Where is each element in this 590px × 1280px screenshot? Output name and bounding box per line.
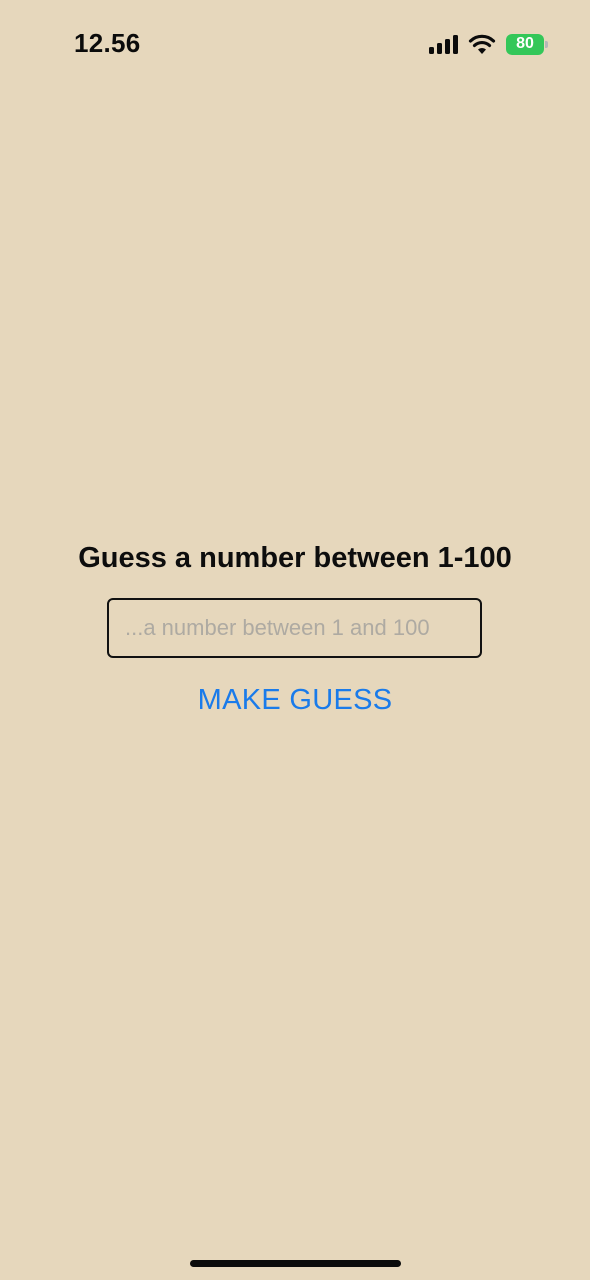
page-title: Guess a number between 1-100 <box>78 542 512 574</box>
status-time: 12.56 <box>74 28 141 58</box>
battery-level: 80 <box>516 35 534 52</box>
make-guess-button[interactable]: MAKE GUESS <box>0 684 590 717</box>
battery-icon: 80 <box>506 33 548 55</box>
signal-icon <box>429 34 458 54</box>
wifi-icon <box>468 34 496 54</box>
status-icons: 80 <box>429 32 548 56</box>
app-screen: 12.56 80 Guess a number between 1-100 MA… <box>0 0 590 1280</box>
guess-input[interactable] <box>107 598 482 658</box>
home-indicator[interactable] <box>190 1260 401 1267</box>
